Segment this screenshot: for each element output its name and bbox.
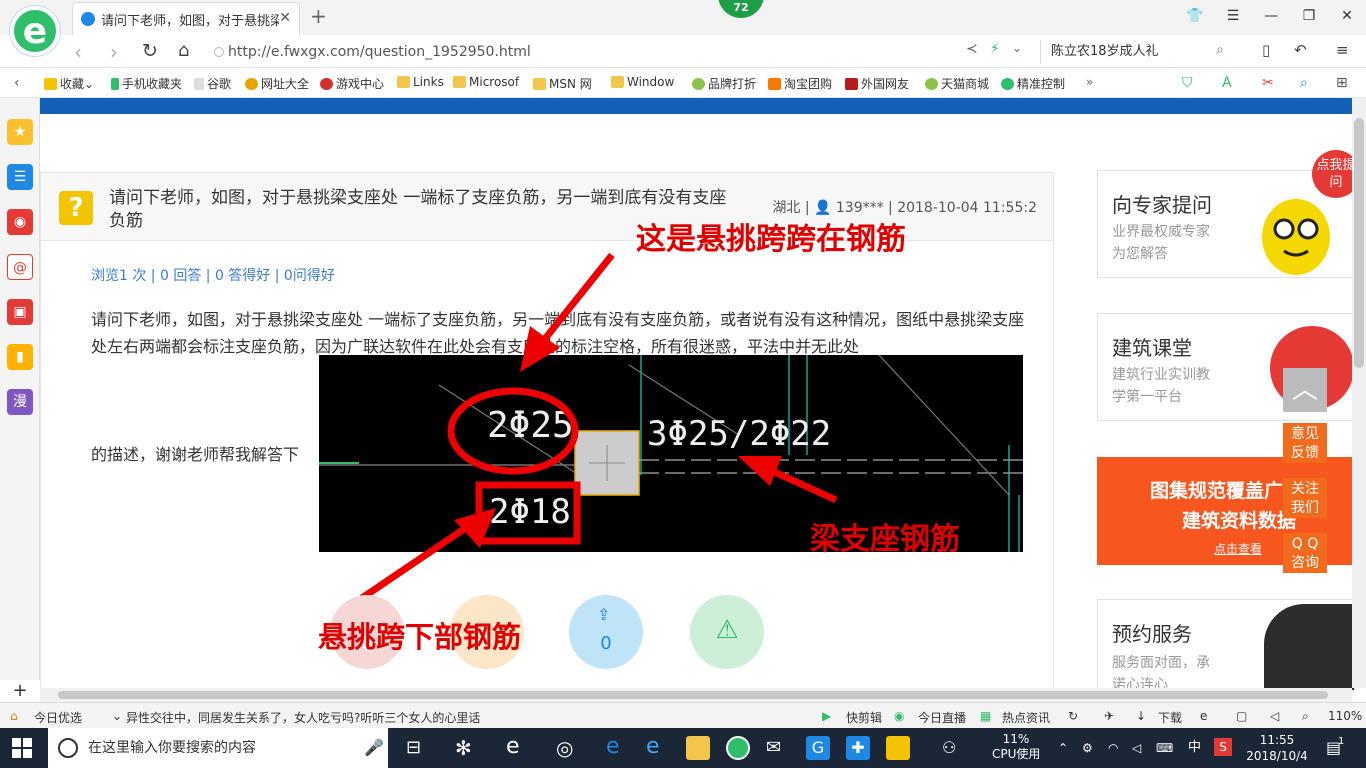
chevron-icon: ⌄ — [112, 709, 123, 723]
card-title: 向专家提问 — [1112, 193, 1212, 217]
plus-app-icon[interactable]: ✚ — [846, 736, 870, 760]
card-sub: 学第一平台 — [1112, 389, 1182, 405]
status-item[interactable]: 今日直播 — [918, 709, 966, 726]
booking-service-card[interactable]: 预约服务 服务面对面，承 诺心连心 — [1097, 599, 1355, 691]
browser-e-icon[interactable]: e — [506, 736, 530, 760]
zoom-small-icon[interactable]: ⌕ — [1302, 709, 1309, 724]
download-icon: ↓ — [1136, 709, 1147, 723]
clip-icon: ▶ — [822, 709, 832, 723]
taskbar-search-placeholder: 在这里输入你要搜索的内容 — [88, 740, 256, 756]
banner-line-2: 建筑资料数据 — [1182, 510, 1297, 532]
clock[interactable]: 11:55 2018/10/4 — [1244, 732, 1310, 764]
app-swirl-icon[interactable]: ◎ — [556, 736, 580, 760]
browser-logo-icon[interactable]: e — [10, 6, 60, 56]
volume-icon[interactable]: ◁ — [1132, 728, 1141, 768]
share-circle[interactable]: ⇪ 0 — [569, 595, 643, 669]
cpu-label: CPU使用 — [992, 747, 1041, 761]
edge-icon[interactable]: e — [606, 736, 630, 760]
ie-icon[interactable]: e — [1200, 709, 1207, 723]
sogou-icon[interactable]: S — [1214, 738, 1232, 756]
cpu-usage[interactable]: 11% CPU使用 — [992, 732, 1040, 762]
back-to-top-icon[interactable]: ︿ — [1283, 368, 1327, 412]
card-sub: 建筑行业实训教 — [1112, 367, 1210, 383]
taskbar-search-input[interactable]: 在这里输入你要搜索的内容 🎤 — [48, 728, 388, 768]
notification-center-icon[interactable]: ▤ — [1326, 728, 1341, 768]
banner-line-1: 图集规范覆盖广 — [1150, 480, 1284, 502]
annotation-bottom: 悬挑跨下部钢筋 — [318, 620, 522, 654]
action-count: 0 — [600, 633, 612, 654]
card-sub: 服务面对面，承 — [1112, 655, 1210, 671]
microphone-icon[interactable]: 🎤 — [364, 728, 384, 768]
live-icon: ◉ — [894, 709, 905, 723]
people-icon[interactable]: ⚇ — [942, 736, 966, 760]
keyboard-icon[interactable]: ⌨ — [1156, 728, 1173, 768]
feedback-button[interactable]: 意见反馈 — [1283, 423, 1327, 463]
annotation-right: 梁支座钢筋 — [810, 522, 960, 557]
annotation-top: 这是悬挑跨跨在钢筋 — [636, 222, 906, 257]
browser-statusbar: ⌂ 今日优选 ⌄ 异性交往中，同居发生关系了，女人吃亏吗?听听三个女人的心里话 … — [0, 702, 1366, 728]
refresh-small-icon[interactable]: ↻ — [1068, 709, 1078, 723]
card-sub: 为您解答 — [1112, 246, 1168, 262]
window-icon[interactable]: ▢ — [1236, 709, 1247, 723]
banner-link[interactable]: 点击查看 — [1214, 540, 1262, 557]
pin-icon[interactable]: ✈ — [1104, 709, 1114, 723]
qq-consult-button[interactable]: Q Q咨询 — [1283, 533, 1327, 573]
ime-indicator[interactable]: 中 — [1188, 728, 1201, 768]
vertical-scrollbar[interactable] — [1352, 98, 1366, 688]
warning-icon: ⚠ — [715, 615, 739, 645]
clock-time: 11:55 — [1259, 733, 1295, 747]
browser-active-icon[interactable] — [726, 736, 750, 760]
share-icon: ⇪ — [597, 605, 611, 624]
sound-icon[interactable]: ◁ — [1270, 709, 1279, 723]
status-today[interactable]: 今日优选 — [34, 709, 82, 726]
cortana-icon — [58, 738, 78, 758]
g-app-icon[interactable]: G — [806, 736, 830, 760]
vertical-scroll-thumb[interactable] — [1354, 118, 1364, 368]
businessman-image — [1264, 604, 1354, 690]
status-item[interactable]: 热点资讯 — [1002, 709, 1050, 726]
notes-app-icon[interactable] — [886, 736, 910, 760]
horizontal-scrollbar[interactable] — [40, 688, 1352, 702]
ie-taskbar-icon[interactable]: e — [646, 736, 670, 760]
hot-icon: ▦ — [980, 709, 992, 723]
horizontal-scroll-thumb[interactable] — [58, 691, 1328, 699]
clock-date: 2018/10/4 — [1246, 749, 1308, 763]
file-explorer-icon[interactable] — [686, 736, 710, 760]
card-title: 预约服务 — [1112, 622, 1192, 646]
chevron-up-icon[interactable]: ⌃ — [1058, 728, 1068, 768]
status-news[interactable]: 异性交往中，同居发生关系了，女人吃亏吗?听听三个女人的心里话 — [126, 709, 480, 726]
notification-count: 1 — [1338, 736, 1345, 747]
fan-app-icon[interactable]: ✻ — [455, 736, 479, 760]
network-icon[interactable]: ⚙ — [1082, 728, 1093, 768]
windows-taskbar: 在这里输入你要搜索的内容 🎤 ⊟ ✻ e ◎ e e ✉ G ✚ ⚇ 11% CP… — [0, 728, 1366, 768]
status-item[interactable]: 快剪辑 — [846, 709, 882, 726]
card-sub: 业界最权威专家 — [1112, 224, 1210, 240]
card-title: 建筑课堂 — [1112, 336, 1192, 360]
zoom-level[interactable]: 110% — [1328, 709, 1362, 723]
follow-us-button[interactable]: 关注我们 — [1283, 478, 1327, 518]
windows-start-icon[interactable] — [12, 738, 32, 758]
wifi-icon[interactable]: ◠ — [1108, 728, 1118, 768]
gift-icon: ⌂ — [10, 709, 18, 723]
mail-taskbar-icon[interactable]: ✉ — [766, 736, 790, 760]
cpu-percent: 11% — [1002, 732, 1030, 746]
report-circle[interactable]: ⚠ — [690, 595, 764, 669]
task-view-icon[interactable]: ⊟ — [406, 736, 430, 760]
status-download[interactable]: 下载 — [1158, 709, 1182, 726]
